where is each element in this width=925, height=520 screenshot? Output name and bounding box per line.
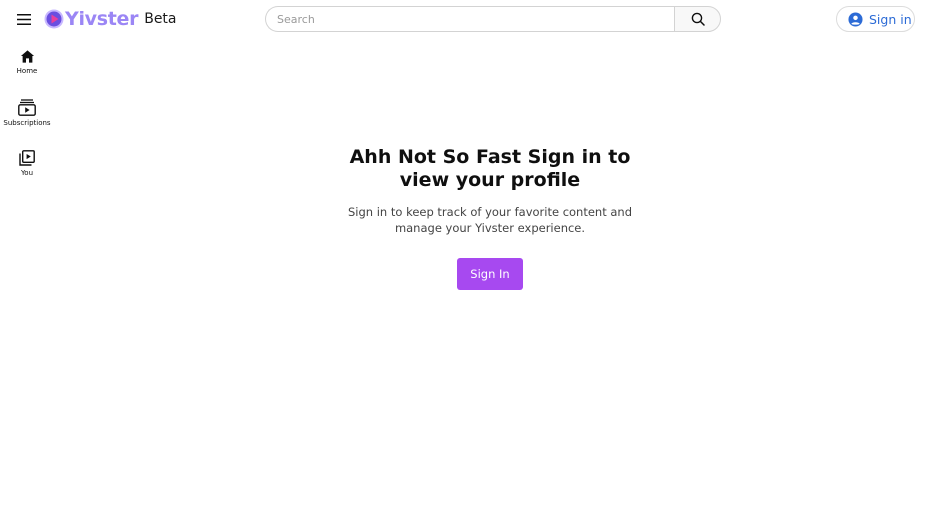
header-sign-in-button[interactable]: Sign in (836, 6, 915, 32)
header-sign-in-label: Sign in (869, 11, 912, 27)
subscriptions-icon (18, 99, 36, 116)
page-title: Ahh Not So Fast Sign in to view your pro… (349, 146, 631, 191)
sidebar-item-home[interactable]: Home (0, 49, 54, 75)
logo-text: Yivster (65, 8, 139, 30)
search-button[interactable] (674, 6, 721, 32)
sidebar-item-you[interactable]: You (0, 150, 54, 177)
home-icon (20, 50, 34, 63)
logo[interactable]: Yivster Beta (44, 7, 177, 31)
sign-in-button[interactable]: Sign In (457, 258, 523, 290)
sign-in-prompt: Ahh Not So Fast Sign in to view your pro… (320, 146, 660, 290)
sidebar-item-label: Home (16, 67, 38, 75)
hamburger-menu-icon (17, 13, 31, 25)
menu-button[interactable] (12, 7, 36, 31)
sidebar-item-label: You (20, 169, 34, 177)
search-icon (691, 12, 705, 26)
beta-badge: Beta (144, 11, 177, 27)
top-bar: Yivster Beta Sign in (0, 0, 925, 38)
library-icon (19, 150, 35, 166)
sidebar-item-label: Subscriptions (3, 119, 51, 127)
search-input[interactable] (265, 6, 674, 32)
sidebar-item-subscriptions[interactable]: Subscriptions (0, 99, 54, 127)
logo-play-icon (44, 9, 64, 29)
search-bar (265, 6, 721, 32)
page-description: Sign in to keep track of your favorite c… (347, 205, 633, 235)
account-circle-icon (848, 11, 863, 27)
